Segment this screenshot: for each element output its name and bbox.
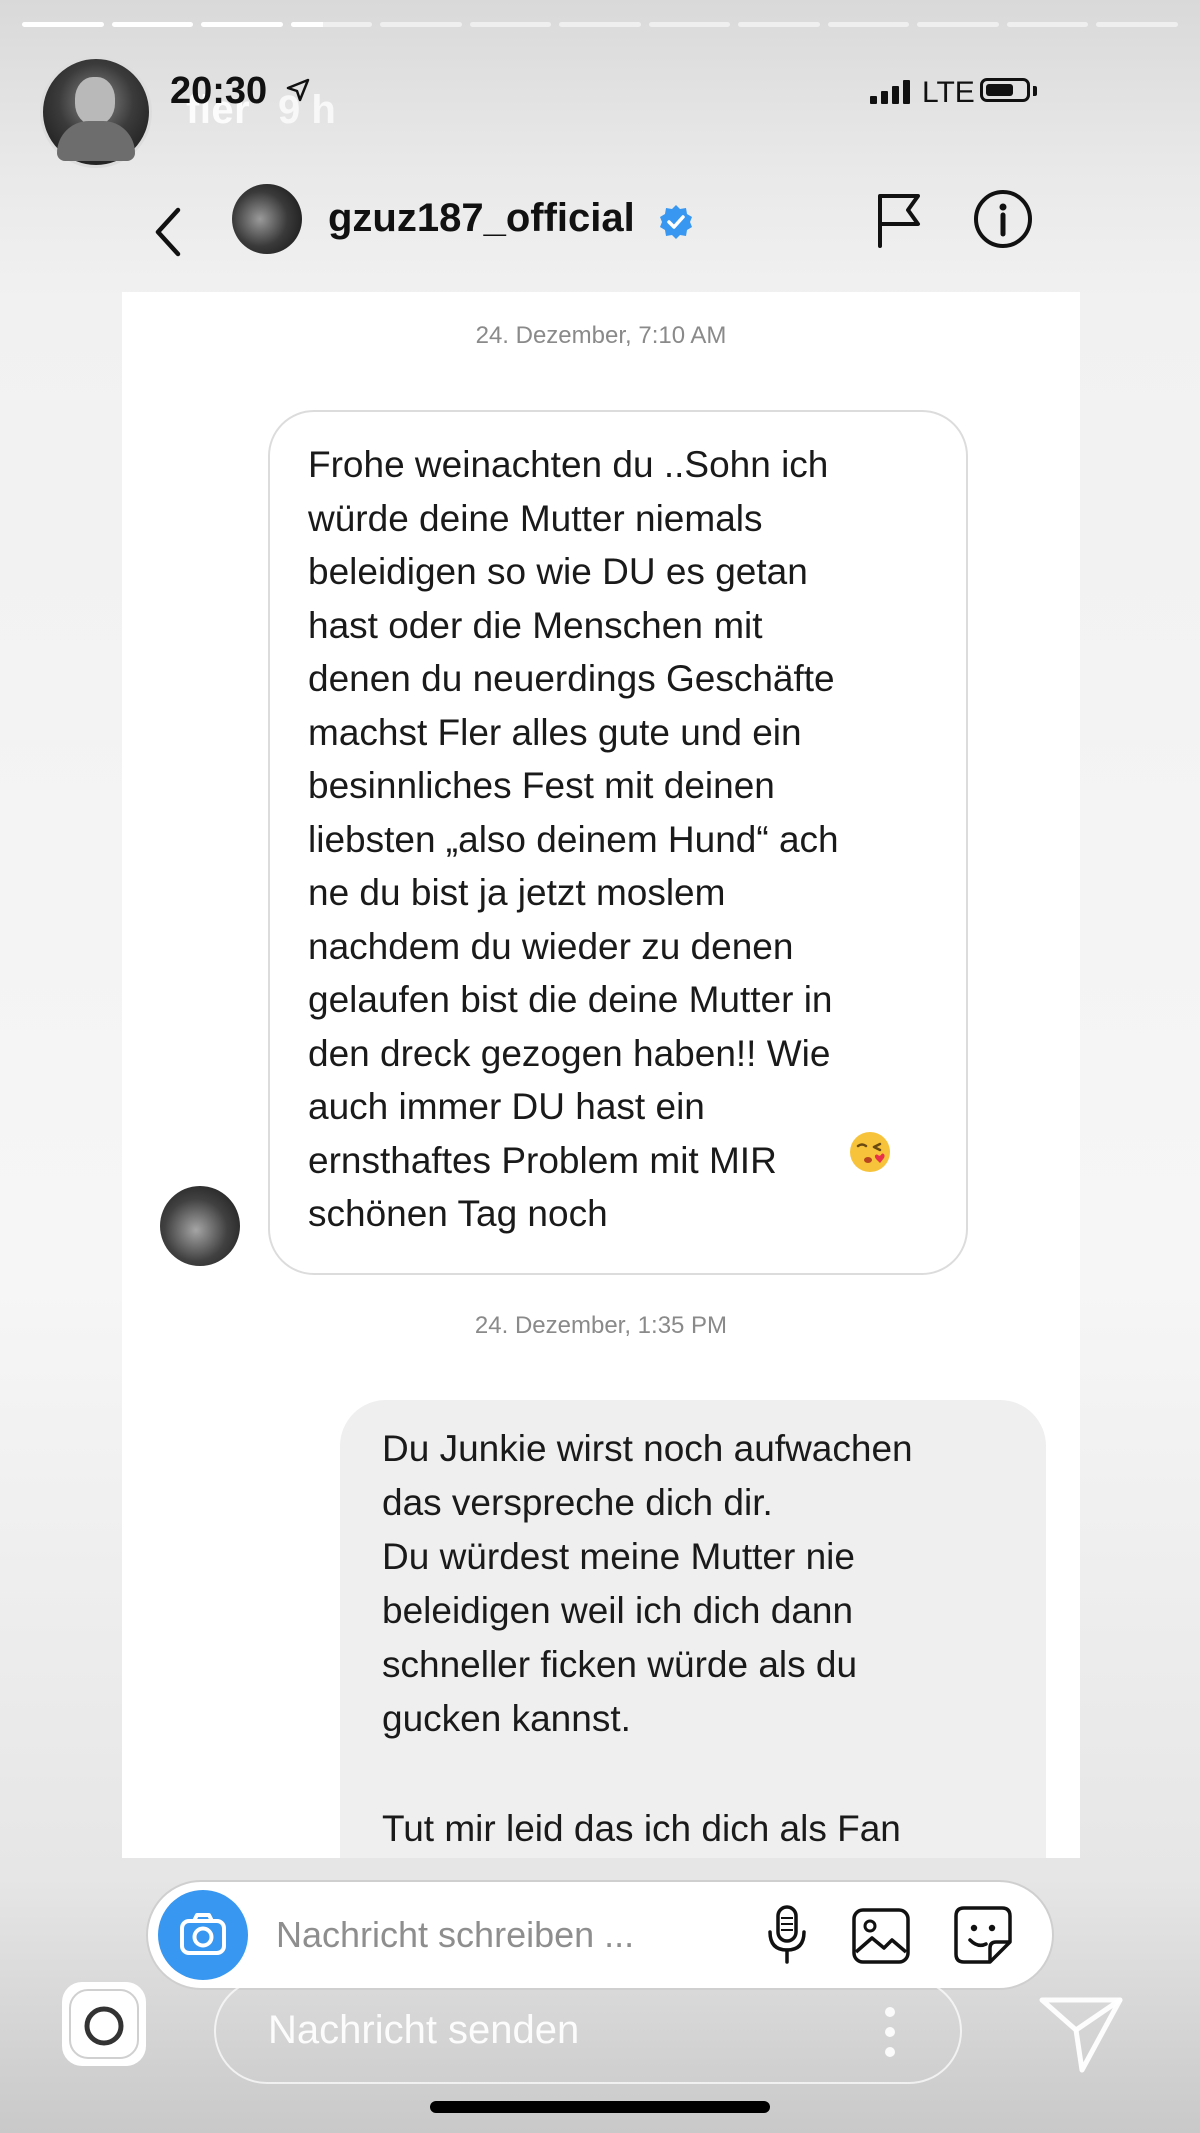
verified-icon: [660, 205, 692, 239]
story-progress-segment: [1096, 22, 1178, 27]
outgoing-message-text: Du Junkie wirst noch aufwachen das versp…: [382, 1428, 913, 1739]
story-progress-bar: [22, 22, 1178, 28]
message-composer[interactable]: Nachricht schreiben ...: [146, 1880, 1054, 1990]
incoming-message-end: schönen Tag noch: [308, 1193, 608, 1234]
camera-button[interactable]: [158, 1890, 248, 1980]
info-icon[interactable]: [972, 188, 1034, 250]
story-progress-segment: [111, 22, 194, 27]
home-indicator: [430, 2101, 770, 2113]
story-author-avatar[interactable]: [40, 56, 152, 168]
sticker-icon[interactable]: [952, 1904, 1014, 1966]
battery-icon: [980, 78, 1030, 102]
send-icon[interactable]: [1036, 1986, 1126, 2076]
story-progress-segment: [1006, 22, 1089, 27]
contact-username[interactable]: gzuz187_official: [328, 196, 635, 241]
story-progress-segment: [648, 22, 731, 27]
more-icon[interactable]: [884, 2004, 896, 2060]
story-reply-input[interactable]: Nachricht senden: [214, 1978, 962, 2084]
story-progress-segment: [559, 22, 641, 27]
incoming-message-text: Frohe weinachten du ..Sohn ich würde dei…: [308, 444, 839, 1181]
incoming-message-bubble[interactable]: Frohe weinachten du ..Sohn ich würde dei…: [268, 410, 968, 1275]
message-timestamp: 24. Dezember, 7:10 AM: [475, 322, 727, 349]
location-arrow-icon: [286, 78, 310, 102]
conversation-header: gzuz187_official: [122, 170, 1080, 288]
story-progress-segment: [827, 22, 910, 27]
story-camera-button[interactable]: [62, 1982, 146, 2066]
camera-icon: [69, 1989, 139, 2059]
message-timestamp: 24. Dezember, 1:35 PM: [474, 1312, 728, 1339]
story-progress-segment: [917, 22, 999, 27]
back-icon[interactable]: [150, 204, 190, 260]
contact-avatar[interactable]: [232, 184, 302, 254]
network-type: LTE: [922, 76, 975, 109]
battery-tip: [1033, 86, 1037, 96]
message-input[interactable]: Nachricht schreiben ...: [276, 1914, 634, 1956]
microphone-icon[interactable]: [762, 1904, 812, 1966]
story-progress-segment: [469, 22, 552, 27]
outgoing-message-bubble[interactable]: Du Junkie wirst noch aufwachen das versp…: [340, 1400, 1046, 1858]
story-progress-segment: [201, 22, 283, 27]
gallery-icon[interactable]: [850, 1906, 912, 1966]
story-progress-segment: [290, 22, 373, 27]
story-progress-segment: [380, 22, 462, 27]
report-flag-icon[interactable]: [874, 190, 924, 248]
cellular-signal-icon: [870, 80, 910, 104]
chat-thread[interactable]: 24. Dezember, 7:10 AM Frohe weinachten d…: [122, 292, 1080, 1858]
story-reply-placeholder: Nachricht senden: [268, 2008, 580, 2052]
story-progress-segment: [22, 22, 104, 27]
story-progress-segment: [738, 22, 820, 27]
camera-icon: [180, 1913, 226, 1955]
sender-avatar[interactable]: [160, 1186, 240, 1266]
outgoing-message-text-continued: Tut mir leid das ich dich als Fan: [382, 1808, 901, 1849]
face-throwing-kiss-emoji-icon: [850, 1132, 890, 1172]
status-bar-time: 20:30: [170, 70, 268, 112]
